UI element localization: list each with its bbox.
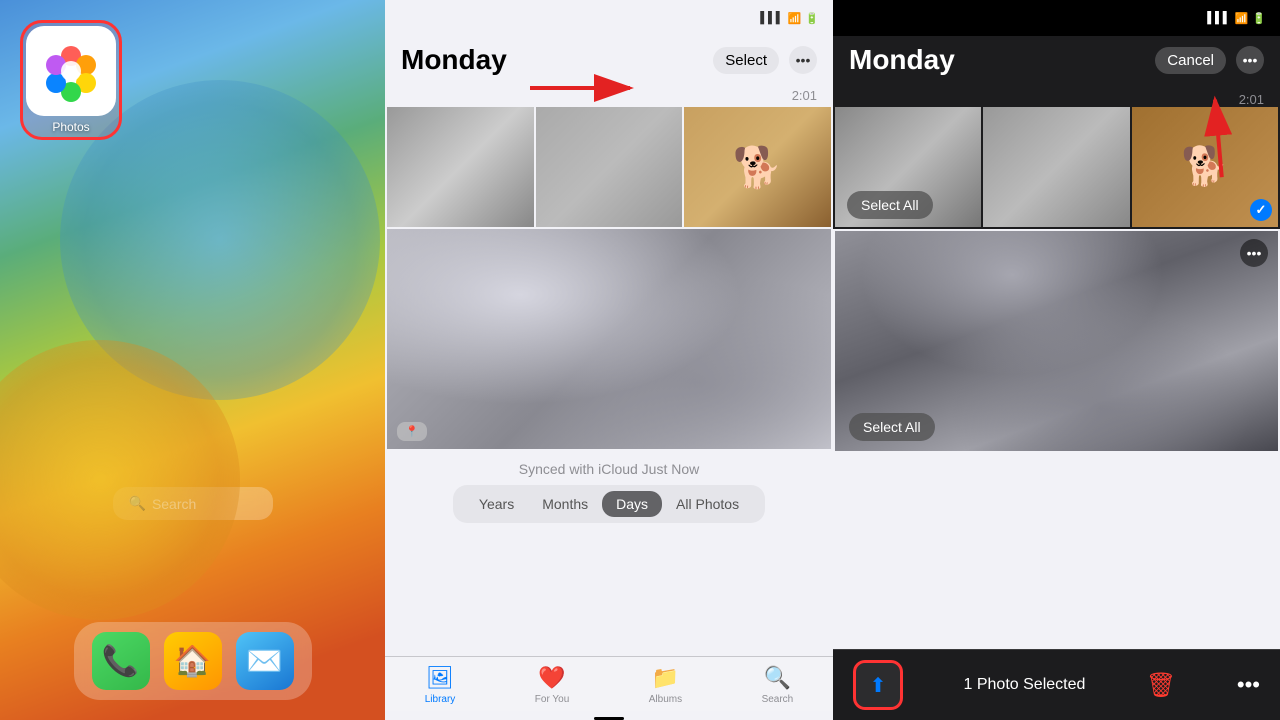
timestamp-dark: 2:01 [833, 88, 1280, 107]
dog-image: 🐕 [684, 107, 831, 227]
search-tab-icon: 🔍 [764, 665, 791, 691]
search-bar[interactable]: 🔍 Search [113, 487, 273, 520]
library-icon: 🖼 [426, 665, 454, 691]
select-title: Monday [849, 44, 955, 76]
header-actions: Select ••• [713, 46, 817, 74]
status-bar-dark: ▌▌▌ 📶 🔋 [833, 0, 1280, 36]
photo-main-inner [387, 229, 831, 449]
photo-cell-dog[interactable]: 🐕 [684, 107, 831, 227]
home-screen: Photos 🔍 Search 📞 🏠 ✉️ [0, 0, 385, 720]
search-label: Search [152, 496, 196, 512]
timestamp: 2:01 [385, 88, 833, 103]
albums-icon: 📁 [652, 665, 679, 691]
select-all-top-button[interactable]: Select All [847, 191, 933, 219]
dock: 📞 🏠 ✉️ [74, 622, 312, 700]
more-overlay-button[interactable]: ••• [1240, 239, 1268, 267]
tab-library[interactable]: 🖼 Library [425, 665, 456, 705]
trash-icon: 🗑 [1146, 672, 1176, 699]
foryou-label: For You [535, 694, 569, 705]
photo-cell-2[interactable] [536, 107, 683, 227]
photos-app-container[interactable]: Photos [20, 20, 122, 140]
tab-foryou[interactable]: ❤️ For You [535, 665, 569, 705]
photo-cell-1[interactable] [387, 107, 534, 227]
share-button[interactable]: ⬆ [853, 660, 903, 710]
tab-days[interactable]: Days [602, 491, 662, 517]
more-button-dark[interactable]: ••• [1236, 46, 1264, 74]
select-all-bottom-button[interactable]: Select All [849, 413, 935, 441]
action-more-button[interactable]: ••• [1237, 672, 1260, 698]
more-button[interactable]: ••• [789, 46, 817, 74]
photos-header: Monday Select ••• [385, 36, 833, 88]
albums-label: Albums [649, 694, 682, 705]
app-label: Photos [26, 120, 116, 134]
filter-tabs-container: Years Months Days All Photos [385, 485, 833, 533]
photo-main-select[interactable]: ••• Select All [835, 231, 1278, 451]
tab-search[interactable]: 🔍 Search [762, 665, 794, 705]
search-tab-label: Search [762, 694, 794, 705]
wifi-icon-white: 📶 [1235, 12, 1249, 25]
photo-grid-top: 🐕 [387, 107, 831, 227]
signal-icon: ▌▌▌ [760, 12, 783, 24]
share-icon: ⬆ [870, 673, 887, 698]
tab-allphotos[interactable]: All Photos [662, 491, 753, 517]
foryou-icon: ❤️ [538, 665, 565, 691]
photo-label: 📍 [397, 422, 427, 441]
photos-app-icon[interactable] [26, 26, 116, 116]
tab-filter: Years Months Days All Photos [453, 485, 765, 523]
cancel-button[interactable]: Cancel [1155, 47, 1226, 74]
selected-count: 1 Photo Selected [964, 676, 1086, 694]
select-mode-panel: ▌▌▌ 📶 🔋 Monday Cancel ••• 2:01 🐕 ✓ [833, 0, 1280, 720]
tab-months[interactable]: Months [528, 491, 602, 517]
wifi-icon: 📶 [788, 12, 802, 25]
select-cell-2[interactable] [983, 107, 1129, 227]
status-icons: ▌▌▌ 📶 🔋 [760, 12, 819, 25]
dark-photo-area: 2:01 🐕 ✓ Se [833, 88, 1280, 229]
select-button[interactable]: Select [713, 47, 779, 74]
phone-icon[interactable]: 📞 [92, 632, 150, 690]
action-bar: ⬆ 1 Photo Selected 🗑 ••• [833, 649, 1280, 720]
status-bar: ▌▌▌ 📶 🔋 [385, 0, 833, 36]
ellipsis-icon: ••• [1237, 672, 1260, 697]
library-label: Library [425, 694, 456, 705]
home-icon[interactable]: 🏠 [164, 632, 222, 690]
battery-icon-white: 🔋 [1252, 12, 1266, 25]
signal-icon-white: ▌▌▌ [1207, 12, 1230, 24]
synced-text: Synced with iCloud Just Now [385, 451, 833, 485]
select-header-actions: Cancel ••• [1155, 46, 1264, 74]
status-icons-white: ▌▌▌ 📶 🔋 [1207, 12, 1266, 25]
tab-years[interactable]: Years [465, 491, 528, 517]
select-header: Monday Cancel ••• [833, 36, 1280, 88]
battery-icon: 🔋 [805, 12, 819, 25]
photos-library-panel: ▌▌▌ 📶 🔋 Monday Select ••• 2:01 [385, 0, 833, 720]
photo-main[interactable]: 📍 [387, 229, 831, 449]
bottom-tabs: 🖼 Library ❤️ For You 📁 Albums 🔍 Search [385, 656, 833, 711]
delete-button[interactable]: 🗑 [1146, 671, 1176, 700]
tab-albums[interactable]: 📁 Albums [649, 665, 682, 705]
mail-icon[interactable]: ✉️ [236, 632, 294, 690]
select-cell-dog[interactable]: 🐕 ✓ [1132, 107, 1278, 227]
photos-title: Monday [401, 44, 507, 76]
photos-icon-svg [36, 36, 106, 106]
selected-checkmark: ✓ [1250, 199, 1272, 221]
search-icon: 🔍 [129, 495, 146, 512]
